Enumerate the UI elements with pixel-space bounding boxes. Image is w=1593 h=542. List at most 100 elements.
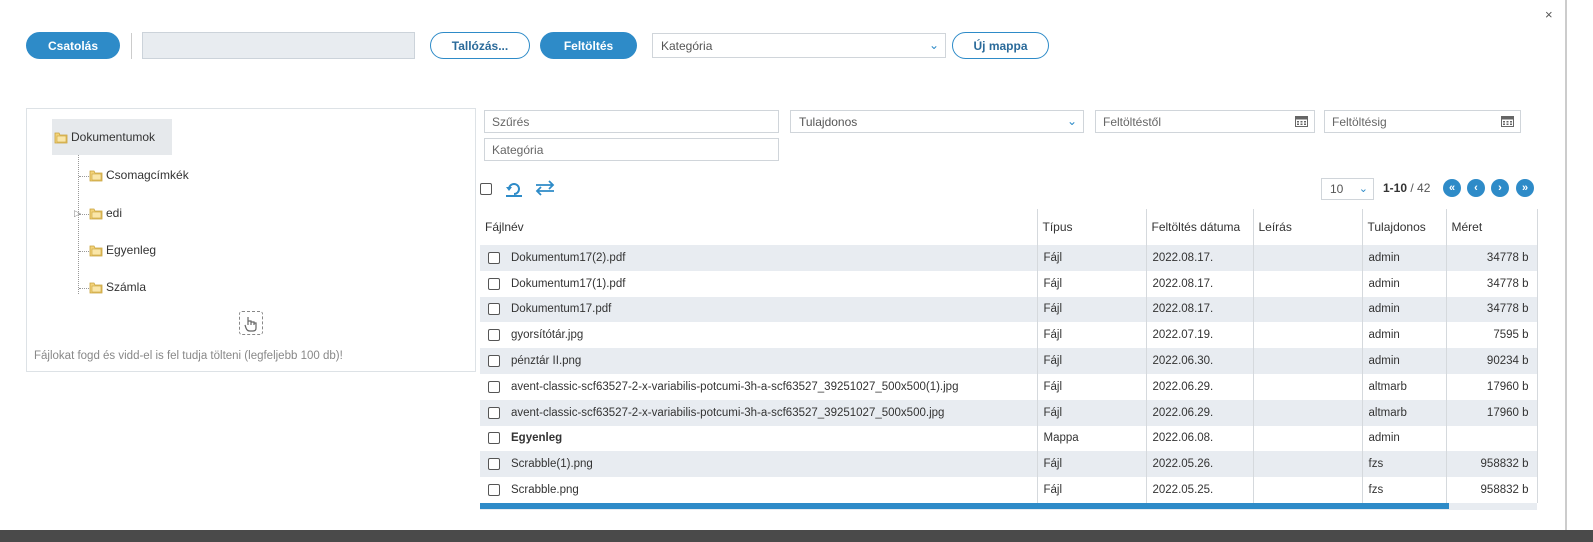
row-checkbox[interactable] [488,380,500,393]
cell-type: Fájl [1037,245,1147,271]
cell-filename: pénztár II.png [480,348,1038,374]
tree-item-edi[interactable]: edi [89,206,122,220]
browse-button[interactable]: Tallózás... [430,32,530,59]
scrollbar-thumb[interactable] [480,503,1449,509]
column-header-description[interactable]: Leírás [1253,209,1363,245]
file-name[interactable]: avent-classic-scf63527-2-x-variabilis-po… [511,407,944,419]
tree-connector [79,176,89,177]
cell-type: Fájl [1037,296,1147,323]
file-name[interactable]: Scrabble(1).png [511,458,593,470]
tree-item-egyenleg[interactable]: Egyenleg [89,243,156,257]
cell-type: Fájl [1037,451,1147,478]
to-date-input[interactable]: Feltöltésig [1324,110,1521,133]
table-row[interactable]: avent-classic-scf63527-2-x-variabilis-po… [480,373,1538,400]
column-header-owner[interactable]: Tulajdonos [1362,209,1447,245]
close-icon[interactable]: × [1545,8,1553,22]
row-checkbox[interactable] [488,251,500,264]
column-header-size[interactable]: Méret [1446,209,1538,245]
file-name[interactable]: avent-classic-scf63527-2-x-variabilis-po… [511,381,958,393]
row-checkbox[interactable] [488,406,500,419]
cell-desc [1253,373,1363,400]
search-input[interactable]: Szűrés [484,110,779,133]
row-checkbox[interactable] [488,432,500,445]
cell-date: 2022.05.25. [1146,477,1254,503]
selected-file-field[interactable] [142,32,415,59]
files-table: Fájlnév Típus Feltöltés dátuma Leírás Tu… [480,209,1538,503]
refresh-icon[interactable] [505,180,523,197]
row-checkbox[interactable] [488,355,500,368]
cell-size: 34778 b [1446,245,1538,271]
tree-connector [79,288,89,289]
cell-size: 958832 b [1446,477,1538,503]
horizontal-scrollbar[interactable] [480,503,1537,510]
category-filter-input[interactable]: Kategória [484,138,779,161]
file-name[interactable]: pénztár II.png [511,355,581,367]
table-row[interactable]: Scrabble.png Fájl 2022.05.25. fzs 958832 b [480,477,1538,503]
cell-filename: Egyenleg [480,425,1038,452]
tree-item-label: edi [106,206,123,220]
owner-select[interactable]: Tulajdonos ⌄ [790,110,1084,133]
cell-date: 2022.08.17. [1146,270,1254,297]
tree-item-szamla[interactable]: Számla [89,280,146,294]
column-header-filename[interactable]: Fájlnév [480,209,1038,245]
row-checkbox[interactable] [488,458,500,471]
cell-owner: altmarb [1362,399,1447,426]
folder-icon [89,282,103,293]
table-row[interactable]: Scrabble(1).png Fájl 2022.05.26. fzs 958832 … [480,451,1538,478]
row-checkbox[interactable] [488,277,500,290]
swap-icon[interactable] [534,180,556,196]
row-checkbox[interactable] [488,484,500,497]
page-scrollbar-area [1566,0,1593,532]
cell-owner: admin [1362,296,1447,323]
table-row[interactable]: pénztár II.png Fájl 2022.06.30. admin 90234 … [480,348,1538,374]
hand-pointer-icon[interactable] [239,311,263,335]
table-row[interactable]: Egyenleg Mappa 2022.06.08. admin [480,425,1538,452]
file-name[interactable]: Egyenleg [511,432,562,444]
cell-type: Mappa [1037,425,1147,452]
cell-size: 34778 b [1446,296,1538,323]
file-name[interactable]: Dokumentum17.pdf [511,303,611,315]
category-select[interactable]: Kategória ⌄ [652,33,946,58]
expand-arrow-icon[interactable]: ▷ [74,208,81,219]
table-row[interactable]: Dokumentum17(2).pdf Fájl 2022.08.17. admin 3… [480,245,1538,271]
cell-owner: admin [1362,348,1447,374]
calendar-icon[interactable] [1295,115,1308,127]
chevron-down-icon: ⌄ [1358,183,1368,195]
calendar-icon[interactable] [1501,115,1514,127]
cell-owner: admin [1362,270,1447,297]
bottom-edge [0,530,1593,542]
row-checkbox[interactable] [488,303,500,316]
column-header-type[interactable]: Típus [1037,209,1147,245]
new-folder-button[interactable]: Új mappa [952,32,1049,59]
select-all-checkbox[interactable] [480,183,492,195]
pager-range: 1-10 [1383,181,1408,195]
last-page-icon[interactable]: » [1516,179,1534,197]
table-row[interactable]: Dokumentum17.pdf Fájl 2022.08.17. admin 3477… [480,296,1538,323]
file-name[interactable]: Dokumentum17(1).pdf [511,278,625,290]
from-date-input[interactable]: Feltöltéstől [1095,110,1315,133]
folder-tree-panel: Dokumentumok Csomagcímkék ▷ edi Egyenleg… [26,108,476,372]
upload-button[interactable]: Feltöltés [540,32,637,59]
file-name[interactable]: gyorsítótár.jpg [511,329,583,341]
tree-item-csomagcimkek[interactable]: Csomagcímkék [89,168,189,182]
file-name[interactable]: Scrabble.png [511,484,579,496]
tree-root-documents[interactable]: Dokumentumok [52,119,172,155]
table-row[interactable]: gyorsítótár.jpg Fájl 2022.07.19. admin 7595 … [480,322,1538,349]
cell-type: Fájl [1037,373,1147,400]
owner-select-value: Tulajdonos [799,114,858,129]
prev-page-icon[interactable]: ‹ [1467,179,1485,197]
file-name[interactable]: Dokumentum17(2).pdf [511,252,625,264]
page-size-select[interactable]: 10 ⌄ [1321,178,1374,200]
row-checkbox[interactable] [488,329,500,342]
cell-filename: avent-classic-scf63527-2-x-variabilis-po… [480,399,1038,426]
column-header-upload-date[interactable]: Feltöltés dátuma [1146,209,1254,245]
pager-info: 1-10 / 42 [1383,181,1430,195]
attach-button[interactable]: Csatolás [26,32,120,59]
search-placeholder: Szűrés [492,114,530,129]
table-row[interactable]: Dokumentum17(1).pdf Fájl 2022.08.17. admin 3… [480,270,1538,297]
first-page-icon[interactable]: « [1443,179,1461,197]
cell-owner: fzs [1362,451,1447,478]
next-page-icon[interactable]: › [1491,179,1509,197]
table-row[interactable]: avent-classic-scf63527-2-x-variabilis-po… [480,399,1538,426]
cell-type: Fájl [1037,322,1147,349]
